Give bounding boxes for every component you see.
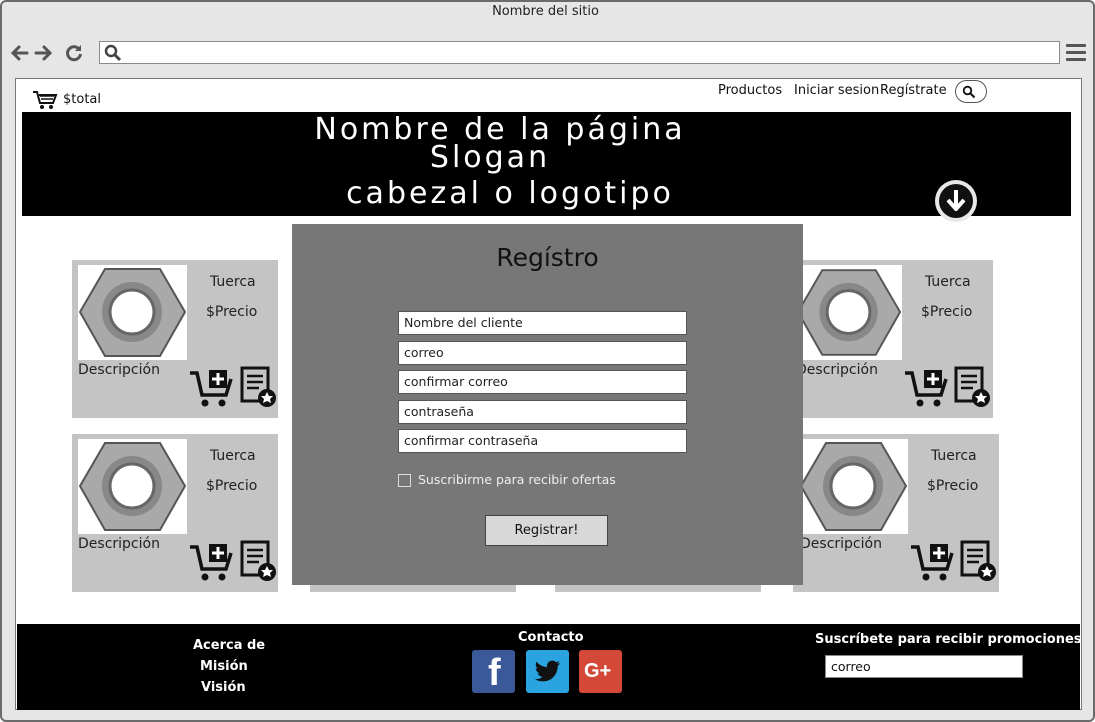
footer-vision-link[interactable]: Visión — [201, 680, 246, 695]
banner-slogan: Slogan — [429, 140, 551, 175]
wishlist-icon[interactable] — [954, 366, 992, 412]
product-price: $Precio — [206, 304, 258, 320]
wishlist-icon[interactable] — [240, 366, 278, 412]
add-to-cart-icon[interactable] — [904, 368, 950, 412]
cart-total: $total — [63, 92, 101, 107]
forward-arrow-icon[interactable] — [34, 43, 54, 63]
facebook-icon[interactable]: f — [472, 650, 515, 694]
twitter-icon[interactable] — [526, 650, 569, 693]
product-image-nut — [796, 265, 902, 360]
product-name: Tuerca — [931, 448, 977, 464]
password-field[interactable]: contraseña — [398, 400, 687, 424]
wishlist-icon[interactable] — [240, 540, 278, 586]
hamburger-menu-icon[interactable] — [1066, 44, 1086, 62]
wishlist-icon[interactable] — [960, 540, 998, 586]
shopping-cart-icon[interactable] — [32, 90, 58, 114]
product-image-nut — [799, 439, 908, 534]
add-to-cart-icon[interactable] — [910, 542, 956, 586]
register-button[interactable]: Registrar! — [485, 515, 608, 546]
footer-mission-link[interactable]: Misión — [200, 659, 248, 674]
header-search-button[interactable] — [955, 80, 987, 103]
add-to-cart-icon[interactable] — [189, 542, 235, 586]
product-image-nut — [78, 265, 187, 360]
product-price: $Precio — [927, 478, 979, 494]
footer-subscribe-title: Suscríbete para recibir promociones — [815, 632, 1082, 647]
product-name: Tuerca — [210, 448, 256, 464]
product-description: Descripción — [800, 536, 882, 552]
product-name: Tuerca — [210, 274, 256, 290]
facebook-glyph: f — [488, 652, 501, 694]
down-arrow-icon[interactable] — [935, 180, 977, 222]
confirm-password-field[interactable]: confirmar contraseña — [398, 429, 687, 453]
url-bar[interactable] — [99, 41, 1060, 64]
modal-title: Regístro — [496, 243, 599, 272]
google-plus-glyph: G+ — [584, 660, 612, 682]
banner-logo-text: cabezal o logotipo — [346, 176, 674, 211]
add-to-cart-icon[interactable] — [189, 368, 235, 412]
product-price: $Precio — [206, 478, 258, 494]
search-icon — [962, 85, 976, 99]
footer-email-field[interactable]: correo — [825, 655, 1023, 678]
email-field[interactable]: correo — [398, 341, 687, 365]
back-arrow-icon[interactable] — [9, 43, 29, 63]
confirm-email-field[interactable]: confirmar correo — [398, 370, 687, 394]
product-name: Tuerca — [925, 274, 971, 290]
product-description: Descripción — [78, 362, 160, 378]
window-title: Nombre del sitio — [492, 4, 599, 19]
footer-contact-title: Contacto — [518, 630, 584, 645]
product-image-nut — [78, 439, 187, 534]
footer-about-link[interactable]: Acerca de — [193, 638, 265, 653]
nav-register-link[interactable]: Regístrate — [880, 83, 947, 98]
product-description: Descripción — [78, 536, 160, 552]
nav-login-link[interactable]: Iniciar sesion — [794, 83, 879, 98]
product-description: Descripción — [796, 362, 878, 378]
subscribe-checkbox[interactable] — [398, 474, 411, 487]
product-price: $Precio — [921, 304, 973, 320]
refresh-icon[interactable] — [64, 43, 84, 63]
search-icon — [104, 44, 122, 66]
name-field[interactable]: Nombre del cliente — [398, 311, 687, 335]
subscribe-checkbox-label: Suscribirme para recibir ofertas — [418, 472, 616, 487]
google-plus-icon[interactable]: G+ — [579, 650, 622, 693]
nav-products-link[interactable]: Productos — [718, 83, 782, 98]
